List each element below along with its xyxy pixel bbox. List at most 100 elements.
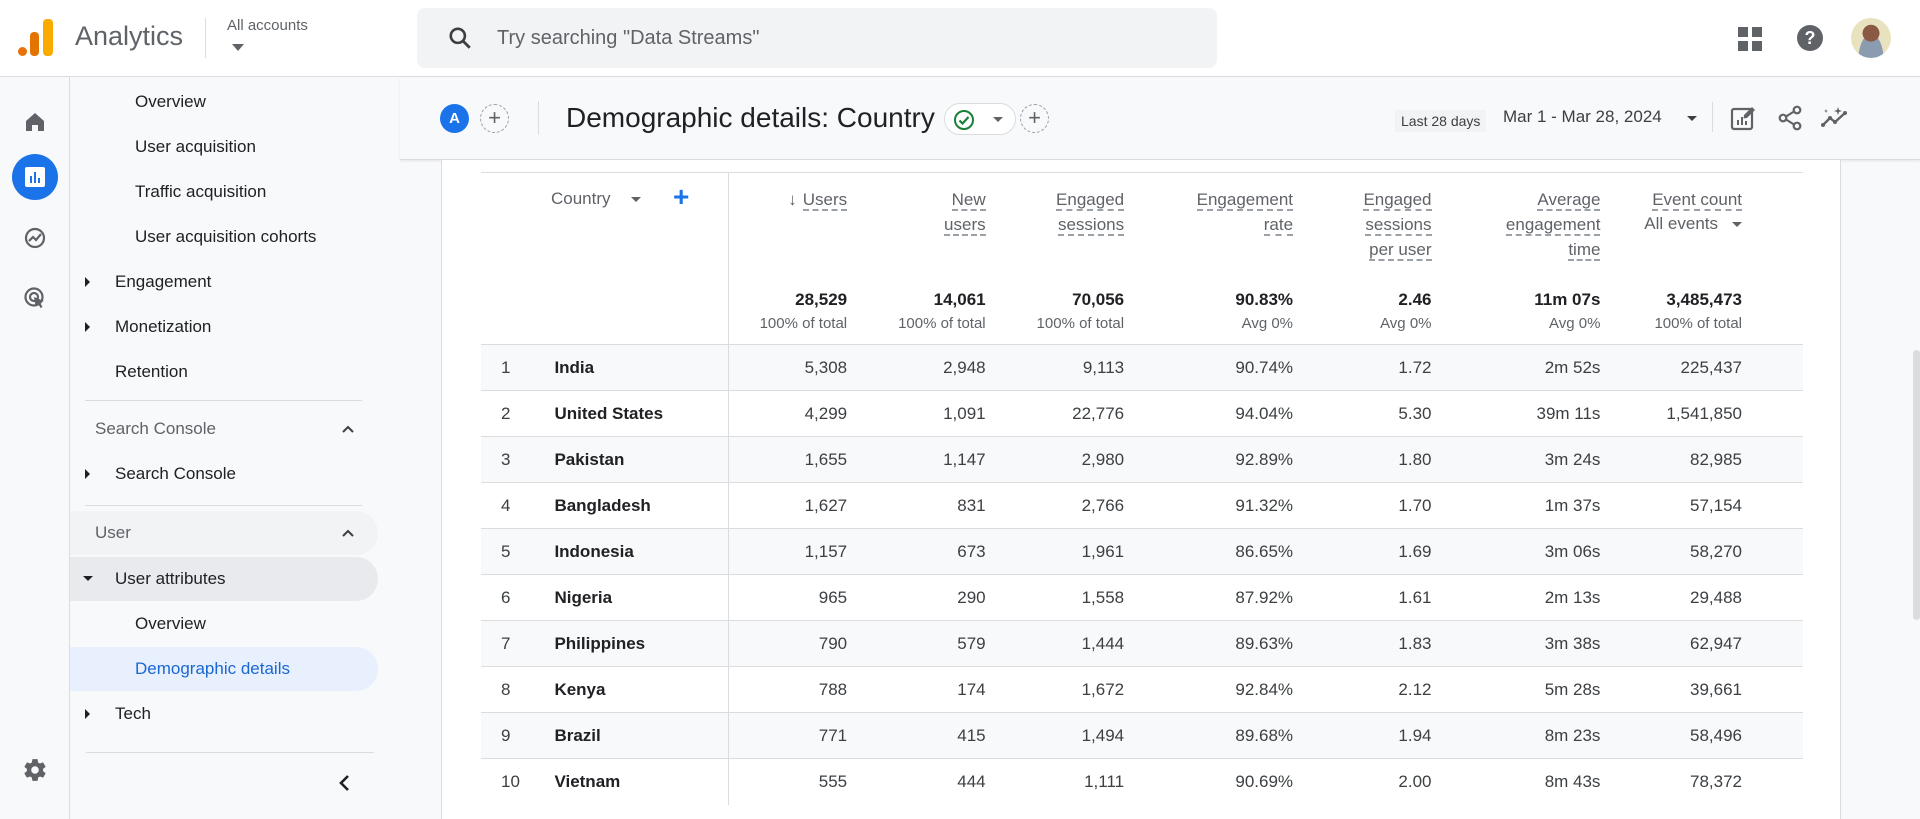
sidebar-item-search-console[interactable]: Search Console <box>70 452 378 496</box>
engagement-rate-cell: 89.63% <box>1124 620 1294 667</box>
add-comparison-button[interactable]: + <box>480 104 509 133</box>
customize-report-icon[interactable] <box>1730 105 1756 131</box>
report-header: A + Demographic details: Country + Last … <box>400 77 1920 160</box>
avatar[interactable] <box>1851 18 1891 58</box>
totals-row: 28,529 100% of total 14,061 100% of total … <box>481 282 1803 345</box>
sidebar-item-user-acquisition-cohorts[interactable]: User acquisition cohorts <box>70 215 378 259</box>
gear-icon[interactable] <box>22 757 48 783</box>
total-new-users: 14,061 100% of total <box>847 282 986 345</box>
insights-icon[interactable] <box>1820 105 1850 131</box>
new-users-cell: 290 <box>847 574 986 621</box>
engagement-rate-cell: 94.04% <box>1124 390 1294 437</box>
share-icon[interactable] <box>1777 105 1803 131</box>
comparison-segment-badge[interactable]: A <box>440 104 469 133</box>
new-users-cell: 673 <box>847 528 986 575</box>
country-cell[interactable]: Kenya <box>554 666 730 713</box>
table-row[interactable]: 8 Kenya 788 174 1,672 92.84% 2.12 5m 28s 39,661 <box>481 666 1803 713</box>
advertising-button[interactable] <box>12 275 58 321</box>
chevron-down-icon[interactable] <box>1687 116 1697 121</box>
event-count-cell: 39,661 <box>1600 666 1803 713</box>
data-quality-status-button[interactable] <box>944 103 1016 135</box>
search-input[interactable]: Try searching "Data Streams" <box>417 8 1217 68</box>
dimension-selector[interactable]: Country <box>551 189 611 209</box>
column-header-average-engagement-time[interactable]: Average engagement time <box>1432 173 1601 283</box>
column-header-event-count[interactable]: Event count All events <box>1600 173 1803 283</box>
engaged-sessions-cell: 1,961 <box>985 528 1125 575</box>
row-index: 9 <box>481 712 555 759</box>
sidebar-item-engagement[interactable]: Engagement <box>70 260 378 304</box>
section-search-console[interactable]: Search Console <box>70 407 378 451</box>
sidebar-item-demographic-details[interactable]: Demographic details <box>70 647 378 691</box>
account-selector[interactable]: All accounts <box>227 17 308 34</box>
search-placeholder: Try searching "Data Streams" <box>497 27 760 49</box>
chevron-down-icon[interactable] <box>631 197 641 202</box>
column-header-new-users[interactable]: New users <box>847 173 986 283</box>
country-cell[interactable]: Brazil <box>554 712 730 759</box>
sidebar-item-user-overview[interactable]: Overview <box>70 602 378 646</box>
row-index: 3 <box>481 436 555 483</box>
reports-button[interactable] <box>12 154 58 200</box>
total-engaged-sessions-per-user: 2.46 Avg 0% <box>1293 282 1432 345</box>
apps-grid-icon[interactable] <box>1738 27 1762 51</box>
explore-button[interactable] <box>12 215 58 261</box>
date-preset-label[interactable]: Last 28 days <box>1395 110 1487 132</box>
country-cell[interactable]: Vietnam <box>554 758 730 805</box>
sidebar-item-acquisition-overview[interactable]: Overview <box>70 80 378 124</box>
table-row[interactable]: 5 Indonesia 1,157 673 1,961 86.65% 1.69 3m 06s 5… <box>481 528 1803 575</box>
table-row[interactable]: 7 Philippines 790 579 1,444 89.63% 1.83 3m 38s 6… <box>481 620 1803 667</box>
users-cell: 771 <box>728 712 848 759</box>
sidebar-item-user-acquisition[interactable]: User acquisition <box>70 125 378 169</box>
users-cell: 555 <box>818 771 848 791</box>
table-row[interactable]: 1 India 5,308 2,948 9,113 90.74% 1.72 2m 52s 225… <box>481 344 1803 391</box>
average-engagement-time-cell: 2m 52s <box>1431 344 1601 391</box>
home-button[interactable] <box>12 99 58 145</box>
divider <box>205 18 206 58</box>
row-index: 5 <box>481 528 555 575</box>
table-row[interactable]: 3 Pakistan 1,655 1,147 2,980 92.89% 1.80 3m 24s… <box>481 436 1803 483</box>
column-header-engaged-sessions-per-user[interactable]: Engaged sessions per user <box>1293 173 1432 283</box>
column-header-engaged-sessions[interactable]: Engaged sessions <box>986 173 1125 283</box>
top-bar: Analytics All accounts Try searching "Da… <box>0 0 1920 77</box>
sidebar-item-user-attributes[interactable]: User attributes <box>70 557 378 601</box>
section-user[interactable]: User <box>70 511 378 555</box>
average-engagement-time-cell: 5m 28s <box>1431 666 1601 713</box>
chevron-down-icon <box>993 117 1003 122</box>
collapse-arrow-icon <box>83 576 93 581</box>
country-cell[interactable]: India <box>554 344 730 391</box>
event-count-cell: 1,541,850 <box>1600 390 1803 437</box>
add-dimension-button[interactable]: + <box>673 181 689 213</box>
sidebar-item-tech[interactable]: Tech <box>70 692 378 736</box>
page-scrollbar[interactable] <box>1913 350 1920 620</box>
column-header-users[interactable]: ↓ Users <box>729 173 848 283</box>
date-range-selector[interactable]: Mar 1 - Mar 28, 2024 <box>1503 107 1662 127</box>
table-row[interactable]: 2 United States 4,299 1,091 22,776 94.04% 5.30… <box>481 390 1803 437</box>
add-filter-button[interactable]: + <box>1020 104 1049 133</box>
country-cell[interactable]: Nigeria <box>554 574 730 621</box>
table-row[interactable]: 4 Bangladesh 1,627 831 2,766 91.32% 1.70 1m 37s… <box>481 482 1803 529</box>
chevron-down-icon[interactable] <box>232 44 244 51</box>
event-filter-selector[interactable]: All events <box>1644 214 1742 234</box>
divider <box>85 505 362 506</box>
country-cell[interactable]: Bangladesh <box>554 482 730 529</box>
engagement-rate-cell: 92.89% <box>1124 436 1294 483</box>
engagement-rate-cell: 91.32% <box>1124 482 1294 529</box>
analytics-logo-icon[interactable] <box>18 18 54 56</box>
collapse-sidebar-icon[interactable] <box>330 768 360 798</box>
check-circle-icon <box>954 110 974 130</box>
table-row[interactable]: 6 Nigeria 965 290 1,558 87.92% 1.61 2m 13s 29,48… <box>481 574 1803 621</box>
country-cell[interactable]: United States <box>554 390 730 437</box>
country-cell[interactable]: Indonesia <box>554 528 730 575</box>
table-row[interactable]: 9 Brazil 771 415 1,494 89.68% 1.94 8m 23s 58,496 <box>481 712 1803 759</box>
help-icon[interactable]: ? <box>1797 25 1823 51</box>
country-cell[interactable]: Pakistan <box>554 436 730 483</box>
engagement-rate-cell: 86.65% <box>1124 528 1294 575</box>
sidebar-item-retention[interactable]: Retention <box>70 350 378 394</box>
column-header-engagement-rate[interactable]: Engagement rate <box>1124 173 1294 283</box>
sidebar-item-monetization[interactable]: Monetization <box>70 305 378 349</box>
row-index: 6 <box>481 574 555 621</box>
table-row[interactable]: 10 Vietnam 555 444 1,111 90.69% 2.00 8m 43s 78,3… <box>481 758 1803 805</box>
sidebar: Overview User acquisition Traffic acquis… <box>70 77 400 819</box>
sidebar-item-traffic-acquisition[interactable]: Traffic acquisition <box>70 170 378 214</box>
report-table-card: Country + ↓ Users New users Engaged session… <box>441 160 1841 819</box>
country-cell[interactable]: Philippines <box>554 620 730 667</box>
